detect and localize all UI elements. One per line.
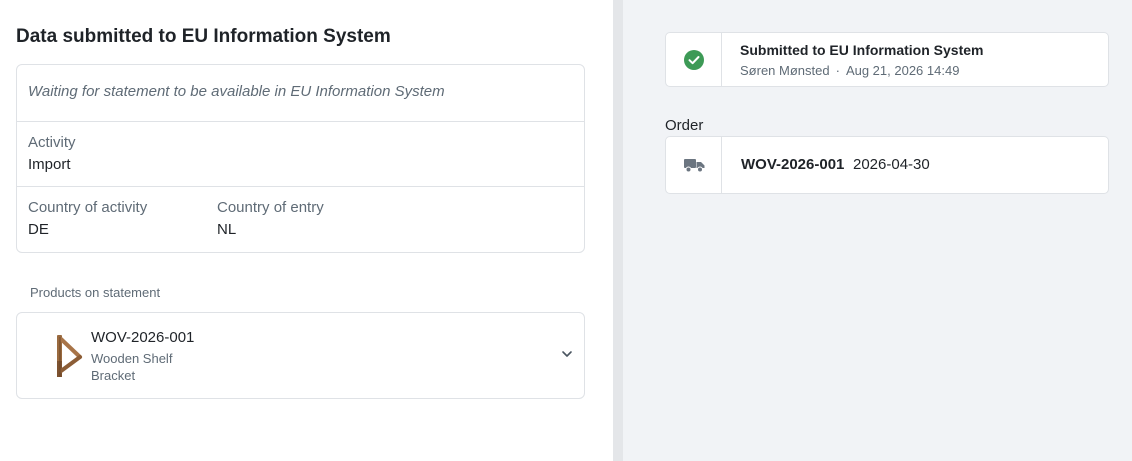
country-of-activity-value: DE: [28, 221, 49, 238]
activity-label: Activity: [28, 134, 76, 151]
country-of-entry-label: Country of entry: [217, 199, 324, 216]
order-code[interactable]: WOV-2026-001: [741, 156, 844, 173]
truck-icon: [684, 159, 705, 173]
order-icon-cell: [666, 137, 722, 193]
event-title: Submitted to EU Information System: [740, 42, 984, 58]
event-icon-cell: [666, 33, 722, 86]
product-item[interactable]: WOV-2026-001 Wooden Shelf Bracket: [16, 312, 585, 399]
order-date: 2026-04-30: [853, 156, 930, 173]
activity-value: Import: [28, 156, 71, 173]
check-circle-icon: [684, 50, 704, 70]
chevron-down-icon[interactable]: [560, 347, 574, 361]
activity-panel: Submitted to EU Information System Søren…: [623, 0, 1132, 461]
pane-divider[interactable]: [613, 0, 623, 461]
statement-details-panel: Data submitted to EU Information System …: [0, 0, 613, 461]
section-title: Data submitted to EU Information System: [16, 26, 391, 47]
meta-separator: ·: [835, 63, 840, 78]
countries-row: Country of activity DE Country of entry …: [17, 187, 584, 252]
order-label: Order: [665, 117, 704, 134]
status-row: Waiting for statement to be available in…: [17, 65, 584, 122]
product-name: Wooden Shelf Bracket: [91, 351, 173, 383]
statement-info-card: Waiting for statement to be available in…: [16, 64, 585, 253]
activity-row: Activity Import: [17, 122, 584, 187]
country-of-entry: Country of entry NL: [217, 199, 406, 252]
product-code: WOV-2026-001: [91, 329, 195, 346]
order-card[interactable]: WOV-2026-001 2026-04-30: [665, 136, 1109, 194]
products-label: Products on statement: [30, 285, 161, 300]
submission-event-card: Submitted to EU Information System Søren…: [665, 32, 1109, 87]
country-of-activity: Country of activity DE: [28, 199, 217, 252]
event-meta: Søren Mønsted · Aug 21, 2026 14:49: [740, 63, 959, 78]
country-of-activity-label: Country of activity: [28, 199, 148, 216]
status-message: Waiting for statement to be available in…: [28, 83, 445, 100]
country-of-entry-value: NL: [217, 221, 237, 238]
wooden-bracket-image: [57, 335, 82, 377]
event-user: Søren Mønsted: [740, 63, 830, 78]
event-timestamp: Aug 21, 2026 14:49: [845, 63, 960, 78]
